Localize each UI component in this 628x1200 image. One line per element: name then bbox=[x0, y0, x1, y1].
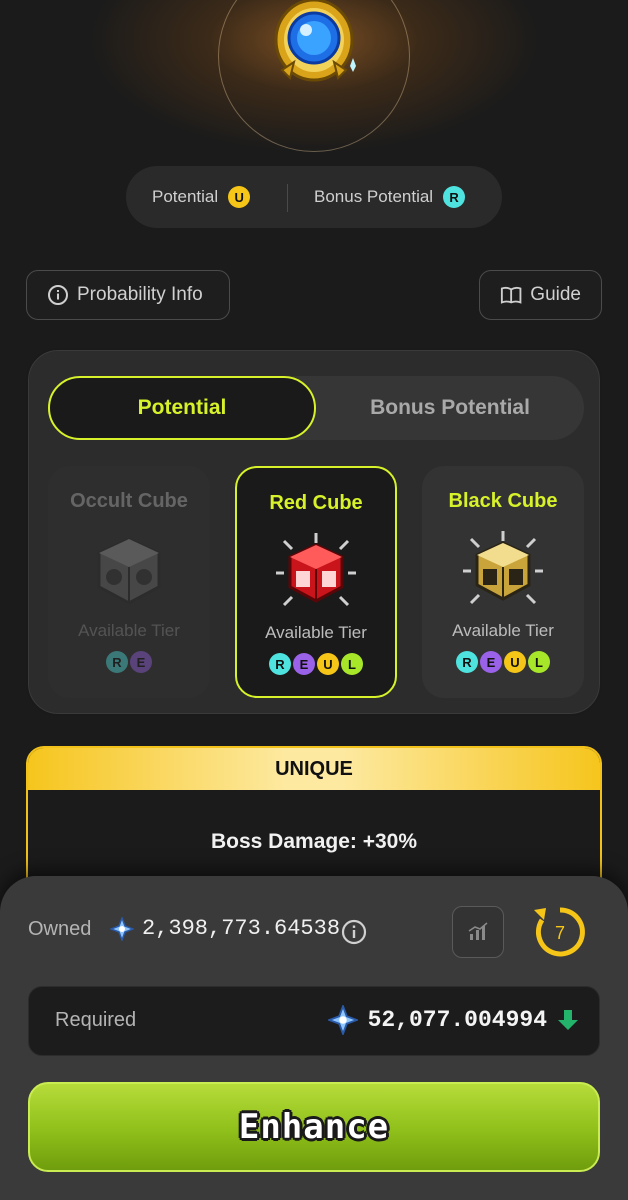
tier-badge-e: E bbox=[480, 651, 502, 673]
potential-tier-badge: U bbox=[228, 186, 251, 208]
cube-name: Red Cube bbox=[269, 492, 363, 514]
owned-label: Owned bbox=[28, 918, 92, 940]
tier-badge-u: U bbox=[317, 653, 339, 675]
occult-cube-card[interactable]: Occult Cube Available Tier R E bbox=[48, 466, 210, 698]
available-tier-label: Available Tier bbox=[78, 621, 180, 640]
arrow-down-icon bbox=[558, 1010, 578, 1030]
red-cube-card[interactable]: Red Cube Available Tier R E U L bbox=[235, 466, 397, 698]
available-tier-label: Available Tier bbox=[452, 621, 554, 640]
cube-name: Occult Cube bbox=[70, 490, 188, 512]
book-icon bbox=[500, 286, 522, 304]
blue-orb-pendant-icon bbox=[274, 0, 356, 82]
occult-cube-icon bbox=[97, 537, 161, 605]
tab-potential[interactable]: Potential bbox=[48, 376, 316, 440]
rank-header: UNIQUE bbox=[28, 748, 600, 790]
cost-sheet: Owned 2,398,773.64538 7 Required 52,077.… bbox=[0, 876, 628, 1200]
auto-count: 7 bbox=[555, 923, 565, 943]
info-icon[interactable] bbox=[340, 918, 368, 946]
red-cube-icon bbox=[276, 533, 356, 607]
tier-badge-e: E bbox=[130, 651, 152, 673]
required-label: Required bbox=[55, 1009, 137, 1031]
owned-value: 2,398,773.64538 bbox=[142, 916, 341, 941]
blue-crystal-icon bbox=[110, 916, 134, 941]
required-value: 52,077.004994 bbox=[367, 1007, 547, 1033]
tab-bonus-potential[interactable]: Bonus Potential bbox=[316, 376, 584, 440]
potential-tabs: Potential Bonus Potential bbox=[48, 376, 584, 440]
owned-amount: 2,398,773.64538 bbox=[110, 916, 340, 941]
bonus-potential-tier-badge: R bbox=[443, 186, 466, 208]
available-tier-label: Available Tier bbox=[265, 623, 367, 642]
enhance-label: Enhance bbox=[238, 1107, 390, 1147]
tier-badges: R E bbox=[106, 651, 152, 673]
tier-badge-e: E bbox=[293, 653, 315, 675]
probability-info-button[interactable]: Probability Info bbox=[26, 270, 230, 320]
tier-badges: R E U L bbox=[269, 653, 363, 675]
enhance-button[interactable]: Enhance bbox=[28, 1082, 600, 1172]
potential-summary: Potential U Bonus Potential R bbox=[126, 166, 502, 228]
black-cube-card[interactable]: Black Cube Available Tier R E U L bbox=[422, 466, 584, 698]
cube-selection-panel: Potential Bonus Potential Occult Cube Av… bbox=[26, 348, 602, 716]
guide-label: Guide bbox=[530, 284, 581, 305]
tier-badge-r: R bbox=[456, 651, 478, 673]
probability-info-label: Probability Info bbox=[77, 284, 203, 305]
potential-line: Boss Damage: +30% bbox=[210, 830, 417, 853]
bonus-potential-label: Bonus Potential bbox=[314, 187, 434, 206]
bar-chart-icon bbox=[468, 922, 488, 940]
required-amount: 52,077.004994 bbox=[327, 1005, 579, 1035]
guide-button[interactable]: Guide bbox=[479, 270, 602, 320]
tier-badge-r: R bbox=[269, 653, 291, 675]
tier-badge-l: L bbox=[528, 651, 550, 673]
tier-badges: R E U L bbox=[456, 651, 550, 673]
black-cube-icon bbox=[463, 531, 543, 605]
tier-badge-u: U bbox=[504, 651, 526, 673]
summary-divider bbox=[287, 184, 288, 212]
refresh-icon: 7 bbox=[534, 907, 585, 957]
tier-badge-l: L bbox=[341, 653, 363, 675]
stats-button[interactable] bbox=[452, 906, 504, 958]
tier-badge-r: R bbox=[106, 651, 128, 673]
cube-name: Black Cube bbox=[448, 490, 558, 512]
auto-repeat-button[interactable]: 7 bbox=[530, 902, 590, 962]
required-cost-box: Required 52,077.004994 bbox=[28, 986, 600, 1056]
info-icon bbox=[48, 285, 68, 305]
blue-crystal-icon bbox=[327, 1005, 358, 1035]
potential-label: Potential bbox=[152, 187, 219, 206]
